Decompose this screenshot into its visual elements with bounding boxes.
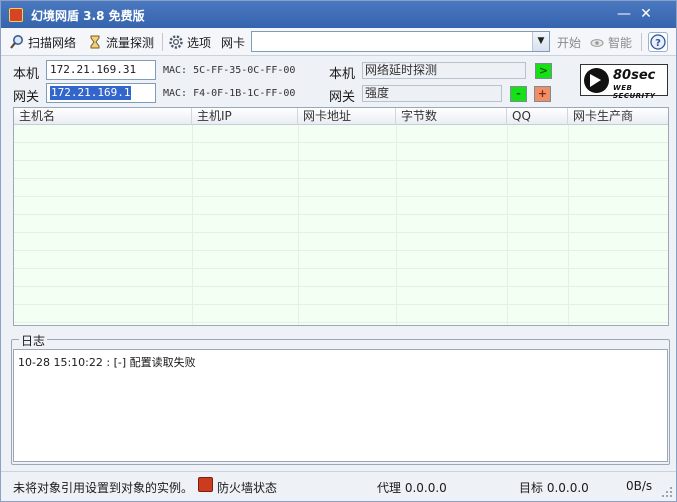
- latency-probe-field: 网络延时探测: [362, 62, 526, 79]
- traffic-probe-label: 流量探测: [106, 35, 155, 50]
- host-ip-value: 172.21.169.31: [50, 63, 137, 76]
- hourglass-icon: [87, 34, 103, 50]
- main-window: 幻境网盾 3.8 免费版 — ✕ 扫描网络 流量探测 选项 网卡 ▼ 开始 智能…: [0, 0, 677, 502]
- brand-logo: 80sec WEB SECURITY: [580, 64, 668, 100]
- gear-icon: [168, 34, 184, 50]
- grid-line: [14, 160, 668, 161]
- grid-line: [14, 232, 668, 233]
- log-line: 10-28 15:10:22 : [-] 配置读取失败: [18, 356, 196, 369]
- go-button[interactable]: >: [535, 63, 552, 79]
- log-area[interactable]: 10-28 15:10:22 : [-] 配置读取失败: [13, 349, 668, 462]
- gateway-label: 网关: [13, 90, 40, 105]
- table-body[interactable]: [14, 125, 668, 325]
- magnifier-icon: [9, 34, 25, 50]
- start-label: 开始: [557, 35, 582, 50]
- logo-sub: WEB SECURITY: [613, 84, 656, 100]
- gateway-right-label: 网关: [329, 90, 356, 105]
- traffic-probe-button[interactable]: 流量探测: [87, 33, 154, 51]
- host-table[interactable]: 主机名 主机IP 网卡地址 字节数 QQ 网卡生产商: [13, 107, 669, 326]
- host-mac: MAC: 5C-FF-35-0C-FF-00: [163, 65, 296, 76]
- app-shield-icon: [9, 8, 23, 22]
- grid-line: [14, 268, 668, 269]
- column-hostname[interactable]: 主机名: [14, 108, 192, 125]
- grid-line: [14, 178, 668, 179]
- grid-line: [568, 125, 569, 325]
- host-label: 本机: [13, 67, 40, 82]
- options-button[interactable]: 选项: [168, 33, 211, 51]
- grid-line: [14, 250, 668, 251]
- target-status: 目标 0.0.0.0: [519, 481, 589, 495]
- resize-grip-icon[interactable]: [661, 486, 673, 498]
- gateway-mac: MAC: F4-0F-1B-1C-FF-00: [163, 88, 296, 99]
- firewall-icon[interactable]: [198, 477, 213, 492]
- close-button[interactable]: ✕: [637, 5, 655, 23]
- grid-line: [507, 125, 508, 325]
- scan-network-label: 扫描网络: [28, 35, 77, 50]
- toolbar-separator-2: [641, 33, 642, 51]
- grid-line: [396, 125, 397, 325]
- nic-label-text: 网卡: [221, 35, 246, 50]
- toolbar-separator: [162, 33, 163, 51]
- grid-line: [192, 125, 193, 325]
- svg-text:?: ?: [655, 38, 661, 49]
- logo-mark-icon: [584, 68, 609, 93]
- host-right-label: 本机: [329, 67, 356, 82]
- nic-label: 网卡: [221, 33, 245, 51]
- column-qq[interactable]: QQ: [507, 108, 568, 125]
- help-button[interactable]: ?: [648, 32, 668, 52]
- grid-line: [14, 304, 668, 305]
- smart-label: 智能: [608, 35, 633, 50]
- eye-icon: [589, 34, 605, 50]
- scan-network-button[interactable]: 扫描网络: [9, 33, 76, 51]
- logo-brand: 80sec: [613, 68, 656, 83]
- grid-line: [298, 125, 299, 325]
- host-ip-field[interactable]: 172.21.169.31: [46, 60, 156, 80]
- grid-line: [14, 214, 668, 215]
- gateway-ip-field[interactable]: 172.21.169.1: [46, 83, 156, 103]
- nic-select[interactable]: ▼: [251, 31, 550, 52]
- grid-line: [14, 142, 668, 143]
- strength-text: 强度: [365, 86, 390, 100]
- strength-field: 强度: [362, 85, 502, 102]
- column-bytes[interactable]: 字节数: [396, 108, 507, 125]
- title-bar[interactable]: 幻境网盾 3.8 免费版 — ✕: [1, 1, 676, 28]
- gateway-ip-value: 172.21.169.1: [50, 86, 132, 100]
- window-title: 幻境网盾 3.8 免费版: [31, 9, 145, 23]
- proxy-status: 代理 0.0.0.0: [377, 481, 447, 495]
- dropdown-arrow-icon[interactable]: ▼: [532, 32, 549, 51]
- firewall-status-label[interactable]: 防火墙状态: [217, 479, 277, 496]
- column-host-ip[interactable]: 主机IP: [192, 108, 298, 125]
- status-bar: 未将对象引用设置到对象的实例。 防火墙状态 代理 0.0.0.0 目标 0.0.…: [1, 471, 676, 501]
- options-label: 选项: [187, 35, 212, 50]
- grid-line: [14, 322, 668, 323]
- log-title: 日志: [19, 332, 48, 349]
- start-button[interactable]: 开始: [557, 33, 581, 51]
- column-mac-address[interactable]: 网卡地址: [298, 108, 396, 125]
- toolbar: 扫描网络 流量探测 选项 网卡 ▼ 开始 智能 ?: [1, 28, 676, 56]
- increase-strength-button[interactable]: +: [534, 86, 551, 102]
- latency-probe-text: 网络延时探测: [365, 63, 438, 77]
- rate-status: 0B/s: [626, 479, 653, 493]
- grid-line: [14, 286, 668, 287]
- column-vendor[interactable]: 网卡生产商: [568, 108, 668, 125]
- minimize-button[interactable]: —: [615, 5, 633, 23]
- grid-line: [14, 196, 668, 197]
- decrease-strength-button[interactable]: -: [510, 86, 527, 102]
- status-message: 未将对象引用设置到对象的实例。: [13, 481, 194, 495]
- help-icon: ?: [650, 34, 666, 50]
- table-header: 主机名 主机IP 网卡地址 字节数 QQ 网卡生产商: [14, 108, 668, 125]
- smart-button[interactable]: 智能: [589, 33, 632, 51]
